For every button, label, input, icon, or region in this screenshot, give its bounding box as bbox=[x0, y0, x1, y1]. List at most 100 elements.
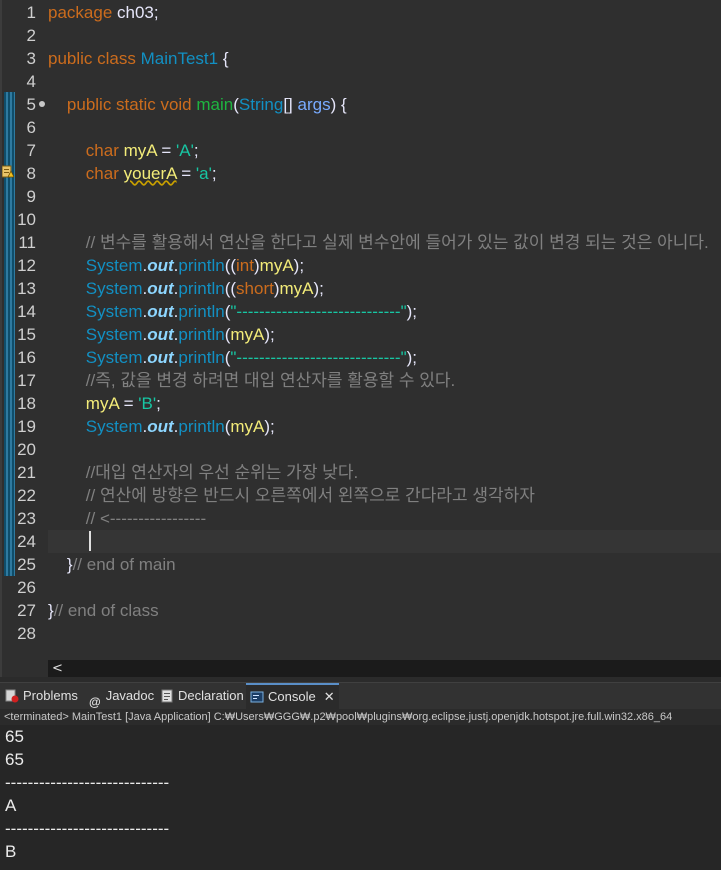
line-number: 19 bbox=[17, 417, 36, 436]
code-token: short bbox=[236, 279, 274, 298]
line-number: 23 bbox=[17, 509, 36, 528]
code-token: } bbox=[48, 555, 73, 574]
code-token: // 변수를 활용해서 연산을 한다고 실제 변수안에 들어가 있는 값이 변경… bbox=[85, 233, 709, 252]
code-text: System.out.println(myA); bbox=[48, 323, 275, 346]
code-line[interactable]: 2 bbox=[0, 24, 721, 47]
horizontal-scrollbar[interactable]: < bbox=[48, 660, 721, 677]
declaration-icon bbox=[161, 689, 173, 703]
code-line[interactable]: 23 // <----------------- bbox=[0, 507, 721, 530]
line-number: 18 bbox=[17, 394, 36, 413]
code-token: out bbox=[147, 256, 174, 275]
code-line[interactable]: 8 char youerA = 'a'; bbox=[0, 162, 721, 185]
code-line[interactable]: 5 public static void main(String[] args)… bbox=[0, 93, 721, 116]
line-number: 3 bbox=[26, 49, 36, 68]
code-line[interactable]: 9 bbox=[0, 185, 721, 208]
code-line[interactable]: 24 bbox=[0, 530, 721, 553]
code-token: System bbox=[85, 279, 143, 298]
code-token: ; bbox=[156, 394, 161, 413]
code-token: int bbox=[236, 256, 254, 275]
code-token: println bbox=[178, 325, 225, 344]
code-line[interactable]: 15 System.out.println(myA); bbox=[0, 323, 721, 346]
code-line[interactable]: 21 //대입 연산자의 우선 순위는 가장 낮다. bbox=[0, 461, 721, 484]
code-token: [] bbox=[283, 95, 298, 114]
line-number: 9 bbox=[26, 187, 36, 206]
code-token: // <----------------- bbox=[85, 509, 207, 528]
code-line[interactable]: 19 System.out.println(myA); bbox=[0, 415, 721, 438]
view-tab-bar: Problems @ Javadoc Declaration Console ✕ bbox=[0, 682, 721, 709]
code-line[interactable]: 12 System.out.println((int)myA); bbox=[0, 254, 721, 277]
code-line[interactable]: 4 bbox=[0, 70, 721, 93]
code-token: //즉, 값을 변경 하려면 대입 연산자를 활용할 수 있다. bbox=[85, 371, 456, 390]
tab-problems[interactable]: Problems bbox=[5, 683, 78, 709]
code-line[interactable]: 26 bbox=[0, 576, 721, 599]
code-line[interactable]: 18 myA = 'B'; bbox=[0, 392, 721, 415]
code-token: ); bbox=[406, 302, 418, 321]
console-output[interactable]: 65 65 ----------------------------- A ------… bbox=[0, 725, 721, 870]
code-token: System bbox=[85, 417, 143, 436]
code-token: myA bbox=[85, 394, 119, 413]
warning-icon[interactable] bbox=[2, 165, 14, 178]
tab-console-label: Console bbox=[268, 689, 316, 704]
javadoc-icon: @ bbox=[89, 694, 101, 709]
line-number: 28 bbox=[17, 624, 36, 643]
code-editor[interactable]: 1 package ch03; 2 3 public class MainTest1 {… bbox=[0, 0, 721, 677]
line-number: 4 bbox=[26, 72, 36, 91]
code-line[interactable]: 13 System.out.println((short)myA); bbox=[0, 277, 721, 300]
code-line[interactable]: 3 public class MainTest1 { bbox=[0, 47, 721, 70]
code-text: System.out.println((int)myA); bbox=[48, 254, 304, 277]
line-number: 15 bbox=[17, 325, 36, 344]
tab-problems-label: Problems bbox=[23, 688, 78, 703]
code-token: ); bbox=[264, 325, 275, 344]
scroll-left-icon[interactable]: < bbox=[52, 660, 63, 677]
code-text: //대입 연산자의 우선 순위는 가장 낮다. bbox=[48, 461, 358, 484]
line-number: 7 bbox=[26, 141, 36, 160]
fold-marker-icon[interactable] bbox=[39, 101, 45, 107]
line-number: 1 bbox=[26, 3, 36, 22]
code-token: package bbox=[48, 3, 113, 22]
code-text: myA = 'B'; bbox=[48, 392, 161, 415]
tab-console[interactable]: Console ✕ bbox=[246, 683, 339, 709]
close-icon[interactable]: ✕ bbox=[324, 685, 335, 709]
code-line[interactable]: 22 // 연산에 방향은 반드시 오른쪽에서 왼쪽으로 간다라고 생각하자 bbox=[0, 484, 721, 507]
code-line[interactable]: 14 System.out.println("-----------------… bbox=[0, 300, 721, 323]
console-output-line: 65 bbox=[5, 727, 24, 746]
code-text: }// end of main bbox=[48, 553, 176, 576]
code-token: ) { bbox=[330, 95, 347, 114]
code-text: }// end of class bbox=[48, 599, 159, 622]
code-token: ; bbox=[211, 164, 217, 183]
code-line[interactable]: 17 //즉, 값을 변경 하려면 대입 연산자를 활용할 수 있다. bbox=[0, 369, 721, 392]
code-line[interactable]: 25 }// end of main bbox=[0, 553, 721, 576]
code-line[interactable]: 16 System.out.println("-----------------… bbox=[0, 346, 721, 369]
code-token: 'A' bbox=[176, 141, 194, 160]
line-number: 5 bbox=[26, 95, 36, 114]
code-line[interactable]: 28 bbox=[0, 622, 721, 645]
code-text: // <----------------- bbox=[48, 507, 206, 530]
code-token: (( bbox=[224, 256, 237, 275]
tab-javadoc[interactable]: @ Javadoc bbox=[89, 683, 154, 709]
code-line[interactable]: 20 bbox=[0, 438, 721, 461]
code-token: myA bbox=[123, 141, 157, 160]
code-line[interactable]: 27}// end of class bbox=[0, 599, 721, 622]
code-token: myA bbox=[230, 325, 265, 344]
tab-javadoc-label: Javadoc bbox=[105, 688, 155, 703]
code-text: System.out.println("--------------------… bbox=[48, 346, 417, 369]
code-line[interactable]: 11 // 변수를 활용해서 연산을 한다고 실제 변수안에 들어가 있는 값이… bbox=[0, 231, 721, 254]
code-line[interactable]: 1 package ch03; bbox=[0, 1, 721, 24]
tab-declaration[interactable]: Declaration bbox=[160, 683, 244, 709]
tab-declaration-label: Declaration bbox=[178, 688, 244, 703]
code-token: myA bbox=[259, 256, 294, 275]
code-line[interactable]: 7 char myA = 'A'; bbox=[0, 139, 721, 162]
code-token: out bbox=[147, 279, 174, 298]
code-line[interactable]: 10 bbox=[0, 208, 721, 231]
code-line[interactable]: 6 bbox=[0, 116, 721, 139]
code-text: //즉, 값을 변경 하려면 대입 연산자를 활용할 수 있다. bbox=[48, 369, 455, 392]
code-text: System.out.println("--------------------… bbox=[48, 300, 417, 323]
